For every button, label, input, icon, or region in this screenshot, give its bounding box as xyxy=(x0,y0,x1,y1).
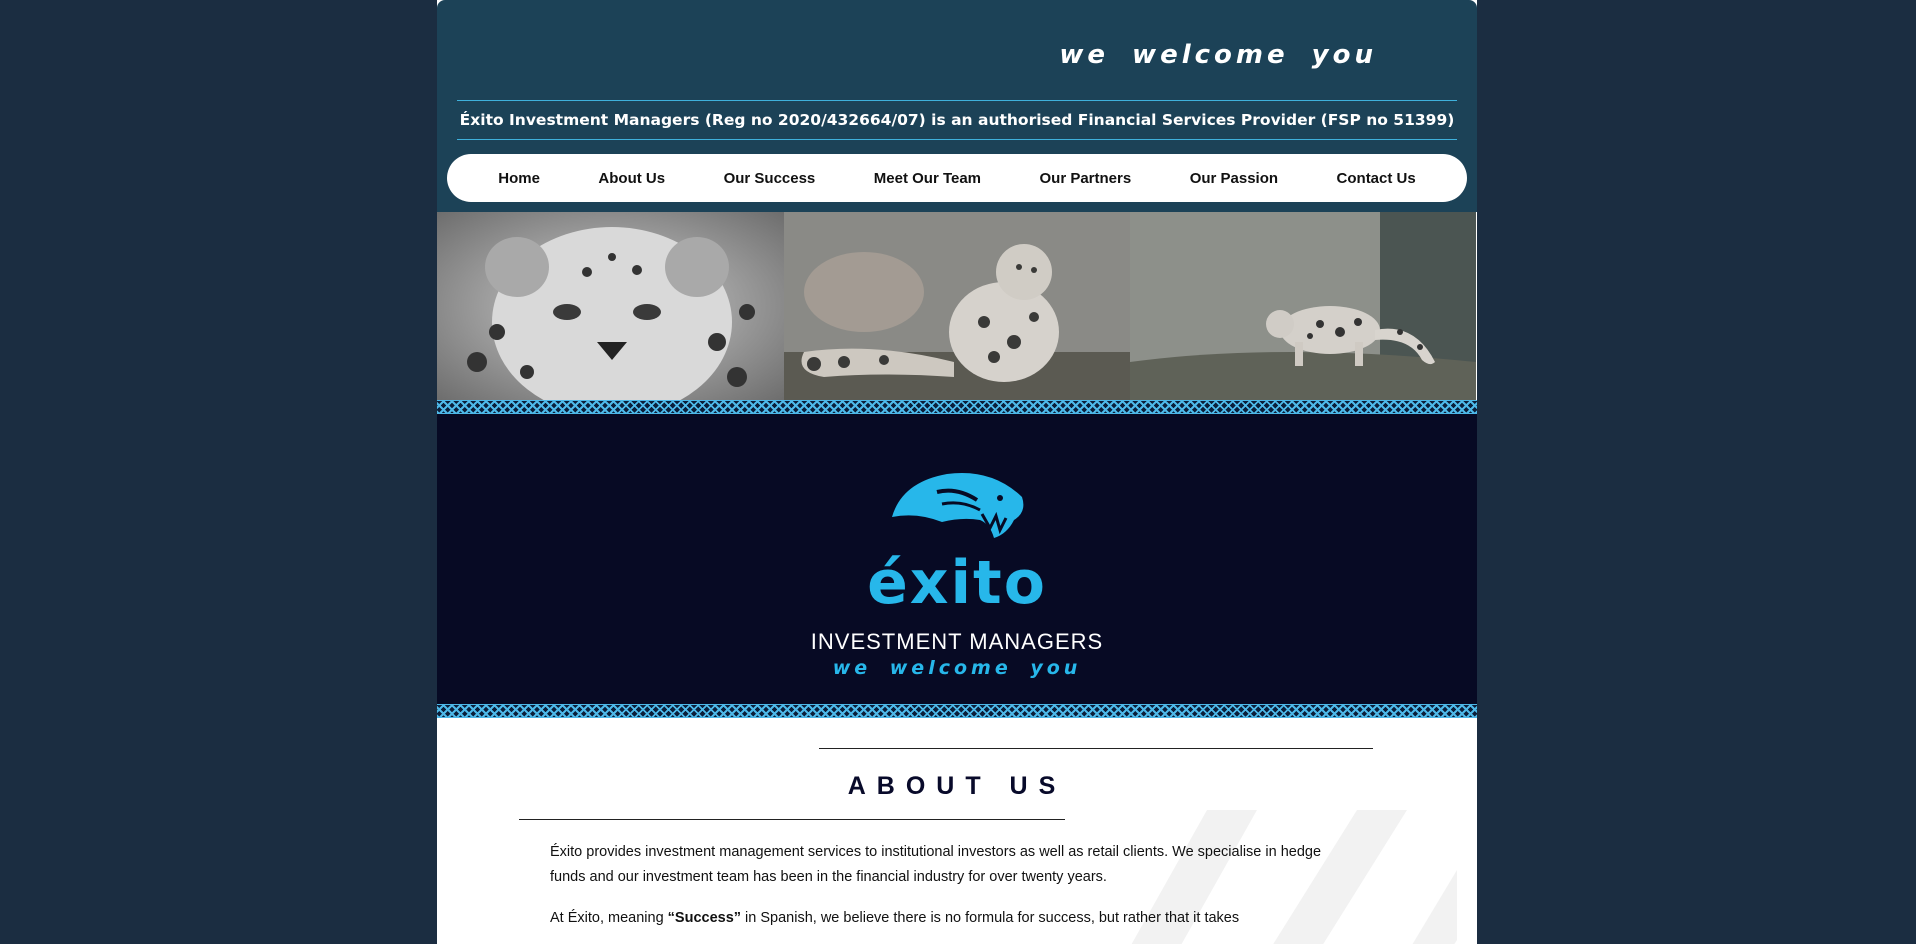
page-container: we welcome you Éxito Investment Managers… xyxy=(437,0,1477,944)
exito-logo: éxito INVESTMENT MANAGERS we welcome you xyxy=(437,462,1477,679)
nav-our-partners[interactable]: Our Partners xyxy=(1040,170,1132,187)
about-paragraph-2: At Éxito, meaning “Success” in Spanish, … xyxy=(550,906,1330,931)
about-section: ABOUT US Éxito provides investment manag… xyxy=(437,720,1477,944)
nav-our-passion[interactable]: Our Passion xyxy=(1190,170,1278,187)
logo-subtitle: INVESTMENT MANAGERS xyxy=(810,629,1104,654)
success-emphasis: “Success” xyxy=(667,910,742,926)
divider-line-top xyxy=(819,748,1373,749)
decorative-border-top xyxy=(437,400,1477,414)
logo-tagline: we welcome you xyxy=(832,657,1082,679)
main-nav: Home About Us Our Success Meet Our Team … xyxy=(447,154,1467,202)
header-tagline: we welcome you xyxy=(1059,40,1377,70)
divider-line-bottom xyxy=(519,819,1065,820)
decorative-border-bottom xyxy=(437,704,1477,718)
site-header: we welcome you Éxito Investment Managers… xyxy=(437,0,1477,212)
tiger-head-icon xyxy=(892,472,1024,538)
nav-about-us[interactable]: About Us xyxy=(598,170,665,187)
paragraph-2-suffix: in Spanish, we believe there is no formu… xyxy=(741,910,1240,926)
snow-leopard-walking-photo xyxy=(1130,212,1477,400)
registration-notice: Éxito Investment Managers (Reg no 2020/4… xyxy=(457,100,1457,140)
nav-contact-us[interactable]: Contact Us xyxy=(1337,170,1416,187)
hero-banner: éxito INVESTMENT MANAGERS we welcome you xyxy=(437,414,1477,704)
nav-meet-our-team[interactable]: Meet Our Team xyxy=(874,170,981,187)
snow-leopard-sitting-photo xyxy=(783,212,1131,400)
nav-home[interactable]: Home xyxy=(498,170,540,187)
nav-our-success[interactable]: Our Success xyxy=(724,170,816,187)
paragraph-2-prefix: At Éxito, meaning xyxy=(550,910,668,926)
section-title: ABOUT US xyxy=(847,772,1067,800)
about-paragraph-1: Éxito provides investment management ser… xyxy=(550,844,1322,885)
logo-wordmark: éxito xyxy=(867,548,1047,618)
snow-leopard-face-photo xyxy=(437,212,784,400)
photo-gallery xyxy=(437,212,1477,400)
